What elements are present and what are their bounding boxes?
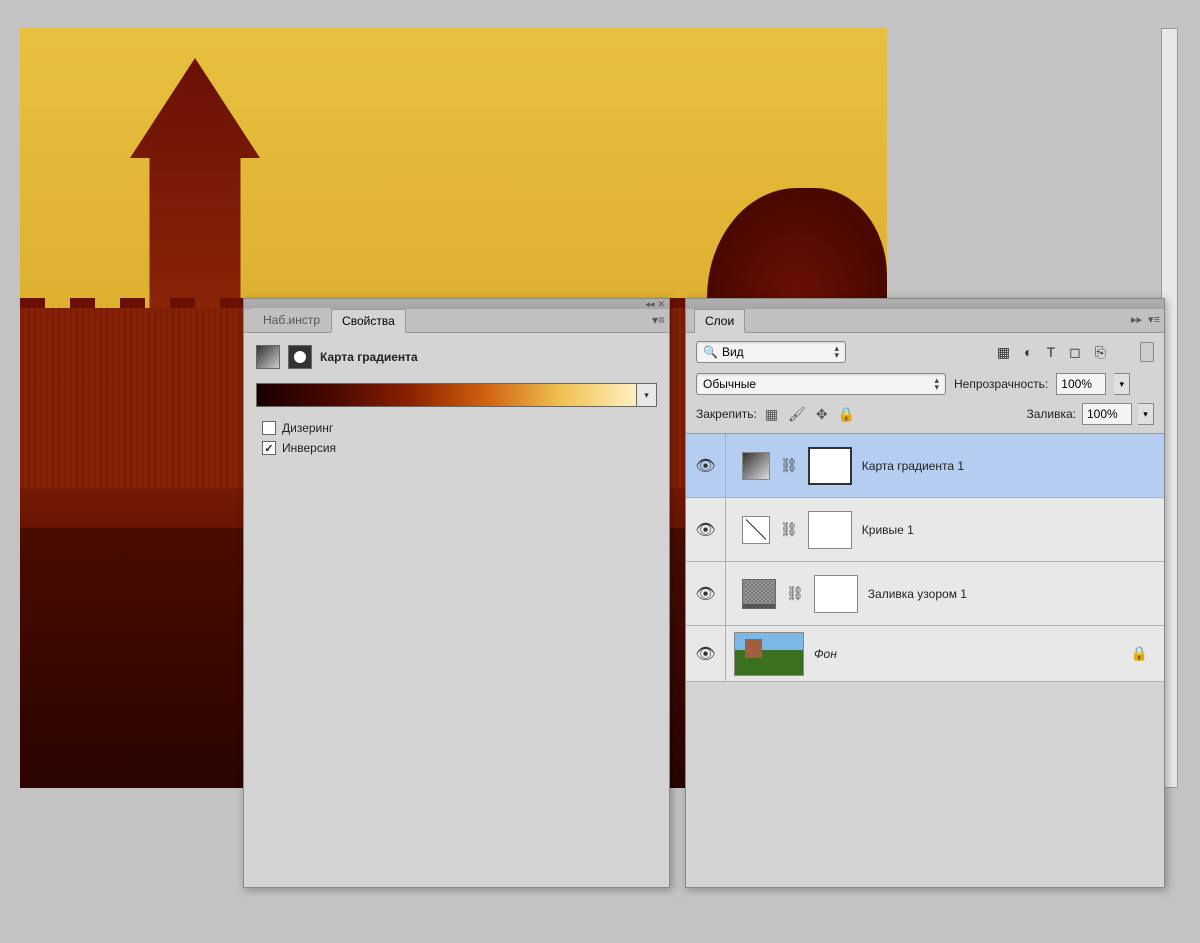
layer-filter-icons: ▦ ◐ T ◻ ⎘ [997, 344, 1106, 361]
updown-icon: ▴▾ [934, 377, 939, 391]
fill-label: Заливка: [1026, 407, 1076, 421]
link-icon[interactable]: ⛓ [786, 585, 804, 602]
opacity-dropdown-icon[interactable]: ▾ [1114, 373, 1130, 395]
dither-row: Дизеринг [262, 421, 657, 435]
layer-row-curves[interactable]: 👁 ⛓ Кривые 1 [686, 498, 1164, 562]
gradient-dropdown-icon[interactable] [637, 383, 657, 407]
search-icon: 🔍 [703, 345, 718, 359]
filter-dropdown-label: Вид [722, 345, 744, 359]
layer-name-label[interactable]: Заливка узором 1 [868, 587, 967, 601]
link-icon[interactable]: ⛓ [780, 457, 798, 474]
blend-opacity-row: Обычные ▴▾ Непрозрачность: 100% ▾ [696, 373, 1154, 395]
invert-label: Инверсия [282, 441, 336, 455]
layer-name-label[interactable]: Фон [814, 647, 837, 661]
layer-list: 👁 ⛓ Карта градиента 1 👁 ⛓ Кривые 1 👁 [686, 433, 1164, 682]
visibility-icon[interactable]: 👁 [695, 584, 715, 604]
opacity-label: Непрозрачность: [954, 377, 1048, 391]
layer-filter-dropdown[interactable]: 🔍 Вид ▴▾ [696, 341, 846, 363]
layers-titlebar[interactable] [686, 299, 1164, 309]
visibility-icon[interactable]: 👁 [695, 456, 715, 476]
visibility-icon[interactable]: 👁 [695, 644, 715, 664]
close-icon[interactable]: ✕ [657, 299, 665, 310]
expand-icon[interactable]: ▸▸ [1131, 313, 1142, 326]
invert-checkbox[interactable] [262, 441, 276, 455]
filter-pixel-icon[interactable]: ▦ [997, 344, 1010, 361]
fill-input[interactable]: 100% [1082, 403, 1132, 425]
invert-row: Инверсия [262, 441, 657, 455]
lock-fill-row: Закрепить: ▦ 🖌 ✥ 🔒 Заливка: 100% ▾ [696, 403, 1154, 425]
blend-mode-dropdown[interactable]: Обычные ▴▾ [696, 373, 946, 395]
dither-label: Дизеринг [282, 421, 333, 435]
opacity-input[interactable]: 100% [1056, 373, 1106, 395]
layers-panel: Слои ▸▸ ▾≡ 🔍 Вид ▴▾ ▦ ◐ T ◻ ⎘ Обычные ▴▾ [685, 298, 1165, 888]
filter-smartobject-icon[interactable]: ⎘ [1095, 344, 1106, 361]
layer-mask-thumb[interactable] [814, 575, 858, 613]
properties-body: Карта градиента Дизеринг Инверсия [244, 333, 669, 473]
tab-layers[interactable]: Слои [694, 309, 745, 333]
panel-menu-icon[interactable]: ▾≡ [652, 313, 665, 327]
blend-mode-value: Обычные [703, 377, 756, 391]
filter-type-icon[interactable]: T [1047, 344, 1056, 361]
gradient-map-thumb-icon[interactable] [742, 452, 770, 480]
dither-checkbox[interactable] [262, 421, 276, 435]
filter-adjustment-icon[interactable]: ◐ [1024, 344, 1032, 361]
lock-all-icon[interactable]: 🔒 [838, 406, 855, 423]
curves-thumb-icon[interactable] [742, 516, 770, 544]
lock-icon: 🔒 [1131, 645, 1148, 662]
lock-position-icon[interactable]: ✥ [816, 406, 828, 423]
pattern-fill-thumb-icon[interactable] [742, 579, 776, 609]
gradient-picker [256, 383, 657, 407]
tab-tool-presets[interactable]: Наб.инстр [252, 308, 331, 332]
layers-tabs: Слои [686, 309, 1164, 333]
layer-mask-icon[interactable] [288, 345, 312, 369]
filter-toggle-switch[interactable] [1140, 342, 1154, 362]
layer-name-label[interactable]: Карта градиента 1 [862, 459, 964, 473]
layer-row-background[interactable]: 👁 Фон 🔒 [686, 626, 1164, 682]
collapse-icon[interactable]: ◂◂ [645, 299, 654, 310]
updown-icon: ▴▾ [834, 345, 839, 359]
fill-value: 100% [1087, 407, 1118, 421]
fill-dropdown-icon[interactable]: ▾ [1138, 403, 1154, 425]
gradient-preview[interactable] [256, 383, 637, 407]
visibility-icon[interactable]: 👁 [695, 520, 715, 540]
properties-tabs: Наб.инстр Свойства [244, 309, 669, 333]
background-thumb[interactable] [734, 632, 804, 676]
panel-menu-icon[interactable]: ▾≡ [1148, 313, 1160, 326]
gradient-map-adjustment-icon[interactable] [256, 345, 280, 369]
layer-mask-thumb[interactable] [808, 447, 852, 485]
properties-title: Карта градиента [320, 350, 418, 364]
filter-shape-icon[interactable]: ◻ [1069, 344, 1081, 361]
layer-name-label[interactable]: Кривые 1 [862, 523, 914, 537]
layer-filter-row: 🔍 Вид ▴▾ ▦ ◐ T ◻ ⎘ [696, 341, 1154, 363]
lock-paint-icon[interactable]: 🖌 [788, 406, 806, 423]
layer-row-pattern-fill[interactable]: 👁 ⛓ Заливка узором 1 [686, 562, 1164, 626]
lock-icons-group: ▦ 🖌 ✥ 🔒 [765, 406, 855, 423]
layer-row-gradient-map[interactable]: 👁 ⛓ Карта градиента 1 [686, 434, 1164, 498]
lock-transparency-icon[interactable]: ▦ [765, 406, 778, 423]
layer-mask-thumb[interactable] [808, 511, 852, 549]
properties-panel: ◂◂ ✕ Наб.инстр Свойства ▾≡ Карта градиен… [243, 298, 670, 888]
opacity-value: 100% [1061, 377, 1092, 391]
link-icon[interactable]: ⛓ [780, 521, 798, 538]
lock-label: Закрепить: [696, 407, 757, 421]
layers-controls: 🔍 Вид ▴▾ ▦ ◐ T ◻ ⎘ Обычные ▴▾ Непрозрачн… [686, 333, 1164, 433]
properties-header: Карта градиента [256, 345, 657, 369]
tab-properties[interactable]: Свойства [331, 309, 406, 333]
